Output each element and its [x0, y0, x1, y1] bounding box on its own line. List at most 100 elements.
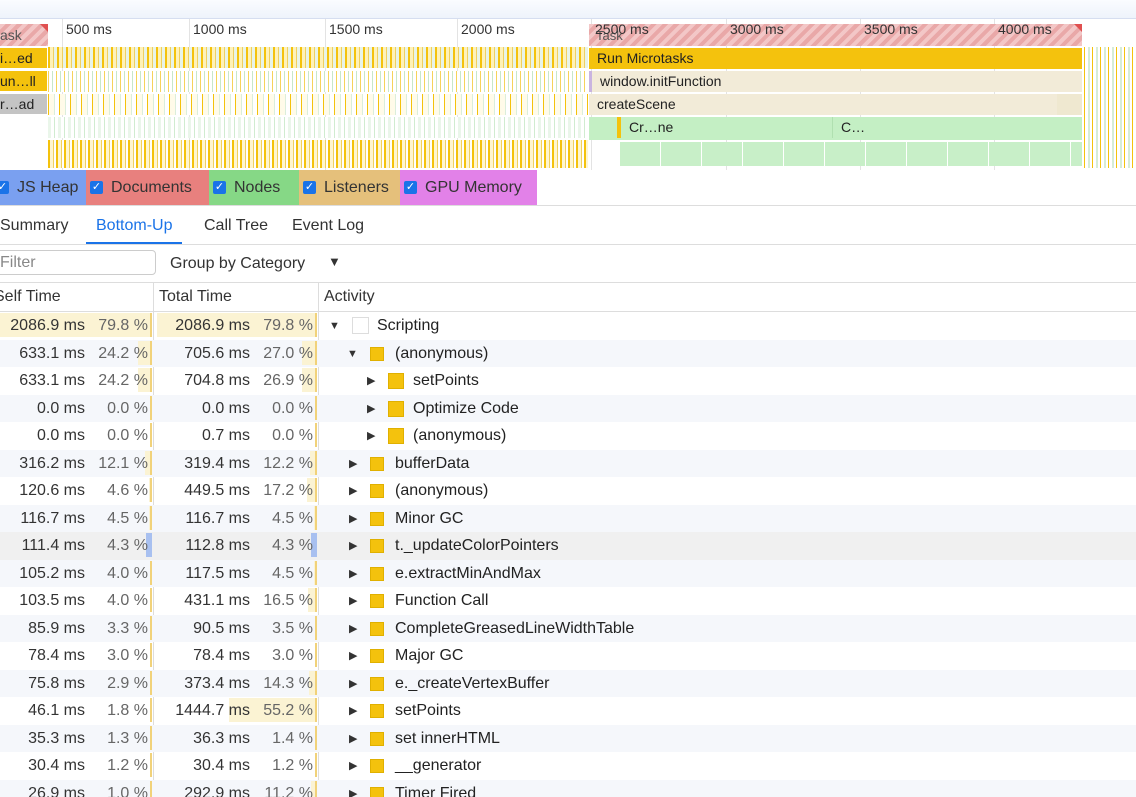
run-microtasks-bar[interactable]: Run Microtasks — [589, 48, 1082, 69]
expand-triangle-right-icon[interactable]: ▶ — [349, 670, 357, 698]
self-time-percent-bar: 1.2 % — [96, 753, 152, 777]
self-time-percent-edge — [150, 588, 152, 612]
table-row[interactable]: 0.0 ms 0.0 % 0.7 ms 0.0 % ▶ (anonymous) — [0, 422, 1136, 450]
self-time-value: 633.1 ms — [19, 372, 85, 389]
table-row[interactable]: 316.2 ms 12.1 % 319.4 ms 12.2 % ▶ bufferData — [0, 449, 1136, 478]
table-row[interactable]: 0.0 ms 0.0 % 0.0 ms 0.0 % ▶ Optimize Code — [0, 394, 1136, 423]
counter-toggle-documents[interactable]: ✓ Documents — [86, 170, 209, 205]
self-time-percent: 1.8 % — [107, 702, 148, 719]
table-row[interactable]: 111.4 ms 4.3 % 112.8 ms 4.3 % ▶ t._updateColo… — [0, 532, 1136, 560]
self-time-percent: 24.2 % — [98, 344, 148, 362]
self-time-value: 0.0 ms — [36, 427, 85, 444]
tab-event-log[interactable]: Event Log — [292, 206, 364, 244]
self-time-percent-edge — [150, 340, 152, 365]
table-row[interactable]: 633.1 ms 24.2 % 705.6 ms 27.0 % ▼ (anonymous) — [0, 339, 1136, 368]
track-label-3[interactable]: r…ad — [0, 94, 47, 114]
expand-triangle-right-icon[interactable]: ▶ — [349, 642, 357, 670]
expand-triangle-right-icon[interactable]: ▶ — [349, 615, 357, 643]
table-row[interactable]: 75.8 ms 2.9 % 373.4 ms 14.3 % ▶ e._createVert… — [0, 669, 1136, 698]
total-time-percent-edge — [315, 505, 317, 530]
counter-toggle-nodes[interactable]: ✓ Nodes — [209, 170, 299, 205]
expand-triangle-right-icon[interactable]: ▶ — [349, 505, 357, 533]
tab-summary[interactable]: Summary — [0, 206, 68, 244]
category-swatch-icon — [370, 484, 384, 498]
expand-triangle-right-icon[interactable]: ▶ — [349, 477, 357, 505]
expand-triangle-right-icon[interactable]: ▶ — [349, 450, 357, 478]
self-time-percent-edge — [150, 450, 152, 475]
self-time-percent-bar: 0.0 % — [96, 395, 152, 420]
tab-call-tree[interactable]: Call Tree — [204, 206, 268, 244]
self-time-percent-edge — [150, 725, 152, 750]
table-row[interactable]: 78.4 ms 3.0 % 78.4 ms 3.0 % ▶ Major GC — [0, 642, 1136, 670]
table-row[interactable]: 116.7 ms 4.5 % 116.7 ms 4.5 % ▶ Minor GC — [0, 504, 1136, 533]
table-row[interactable]: 30.4 ms 1.2 % 30.4 ms 1.2 % ▶ __generator — [0, 752, 1136, 780]
total-time-percent-bar: 11.2 % — [261, 780, 317, 797]
checkbox-icon[interactable]: ✓ — [0, 181, 9, 194]
activity-name: (anonymous) — [413, 427, 507, 444]
table-row[interactable]: 85.9 ms 3.3 % 90.5 ms 3.5 % ▶ CompleteGreased… — [0, 614, 1136, 643]
checkbox-icon[interactable]: ✓ — [90, 181, 103, 194]
self-time-value: 0.0 ms — [36, 399, 85, 417]
total-time-percent-edge — [315, 478, 317, 502]
counter-toggle-js-heap[interactable]: ✓ JS Heap — [0, 170, 86, 205]
expand-triangle-right-icon[interactable]: ▶ — [349, 725, 357, 753]
create-scene-bar[interactable]: createScene — [589, 94, 1057, 115]
table-row[interactable]: 105.2 ms 4.0 % 117.5 ms 4.5 % ▶ e.extractMinA… — [0, 559, 1136, 588]
expand-triangle-down-icon[interactable]: ▼ — [329, 312, 340, 340]
expand-triangle-right-icon[interactable]: ▶ — [349, 532, 357, 560]
counter-toggle-listeners[interactable]: ✓ Listeners — [299, 170, 400, 205]
activity-header[interactable]: Activity — [324, 283, 624, 311]
counter-toggle-gpu-memory[interactable]: ✓ GPU Memory — [400, 170, 537, 205]
red-marker-left — [40, 24, 48, 32]
self-time-percent-bar: 1.0 % — [96, 780, 152, 797]
table-row[interactable]: 46.1 ms 1.8 % 1444.7 ms 55.2 % ▶ setPoints — [0, 697, 1136, 725]
expand-triangle-right-icon[interactable]: ▶ — [367, 422, 375, 450]
self-time-percent-edge — [150, 368, 152, 392]
self-time-value: 35.3 ms — [28, 729, 85, 747]
total-time-percent-edge — [315, 725, 317, 750]
table-row[interactable]: 633.1 ms 24.2 % 704.8 ms 26.9 % ▶ setPoints — [0, 367, 1136, 395]
self-time-percent: 4.5 % — [107, 509, 148, 527]
checkbox-icon[interactable]: ✓ — [303, 181, 316, 194]
expand-triangle-right-icon[interactable]: ▶ — [349, 697, 357, 725]
expand-triangle-right-icon[interactable]: ▶ — [367, 395, 375, 423]
track-label-1[interactable]: i…ed — [0, 48, 47, 68]
total-time-value: 112.8 ms — [185, 537, 250, 554]
category-swatch-icon — [388, 400, 404, 417]
checkbox-icon[interactable]: ✓ — [213, 181, 226, 194]
expand-triangle-right-icon[interactable]: ▶ — [349, 752, 357, 780]
ruler-tick-label: 2000 ms — [461, 21, 515, 37]
activity-name: Optimize Code — [413, 399, 519, 417]
track-label-2[interactable]: un…ll — [0, 71, 47, 91]
table-row[interactable]: 103.5 ms 4.0 % 431.1 ms 16.5 % ▶ Function Cal… — [0, 587, 1136, 615]
total-time-percent-edge — [315, 423, 317, 447]
tab-bottom-up[interactable]: Bottom-Up — [86, 206, 183, 244]
create-ne-bar[interactable]: Cr…ne — [617, 117, 832, 138]
total-time-percent-edge — [315, 313, 317, 337]
total-time-percent-bar: 3.5 % — [261, 615, 317, 640]
table-row[interactable]: 2086.9 ms 79.8 % 2086.9 ms 79.8 % ▼ Scripting — [0, 312, 1136, 340]
expand-triangle-right-icon[interactable]: ▶ — [349, 560, 357, 588]
total-time-percent-edge — [315, 753, 317, 777]
category-swatch-icon — [370, 759, 384, 773]
table-row[interactable]: 120.6 ms 4.6 % 449.5 ms 17.2 % ▶ (anonymous) — [0, 477, 1136, 505]
total-time-percent-bar: 16.5 % — [261, 588, 317, 612]
activity-name: Major GC — [395, 647, 464, 664]
expand-triangle-right-icon[interactable]: ▶ — [367, 367, 375, 395]
chevron-down-icon[interactable]: ▼ — [328, 254, 341, 269]
expand-triangle-down-icon[interactable]: ▼ — [347, 340, 358, 368]
init-function-bar[interactable]: window.initFunction — [589, 71, 1082, 92]
filter-input[interactable] — [0, 250, 156, 275]
c-short-bar[interactable]: C… — [832, 117, 1082, 138]
expand-triangle-right-icon[interactable]: ▶ — [349, 587, 357, 615]
flame-chart[interactable]: ask i…ed un…ll r…ad Task Run Microtasks … — [0, 0, 1136, 170]
activity-name: (anonymous) — [395, 344, 489, 362]
total-time-percent-edge — [315, 560, 317, 585]
table-row[interactable]: 26.9 ms 1.0 % 292.9 ms 11.2 % ▶ Timer Fired — [0, 779, 1136, 797]
total-time-header[interactable]: Total Time — [159, 283, 309, 311]
checkbox-icon[interactable]: ✓ — [404, 181, 417, 194]
table-row[interactable]: 35.3 ms 1.3 % 36.3 ms 1.4 % ▶ set innerHTML — [0, 724, 1136, 753]
expand-triangle-right-icon[interactable]: ▶ — [349, 780, 357, 797]
group-by-select[interactable]: Group by Category — [170, 245, 305, 282]
self-time-header[interactable]: Self Time — [0, 283, 144, 311]
